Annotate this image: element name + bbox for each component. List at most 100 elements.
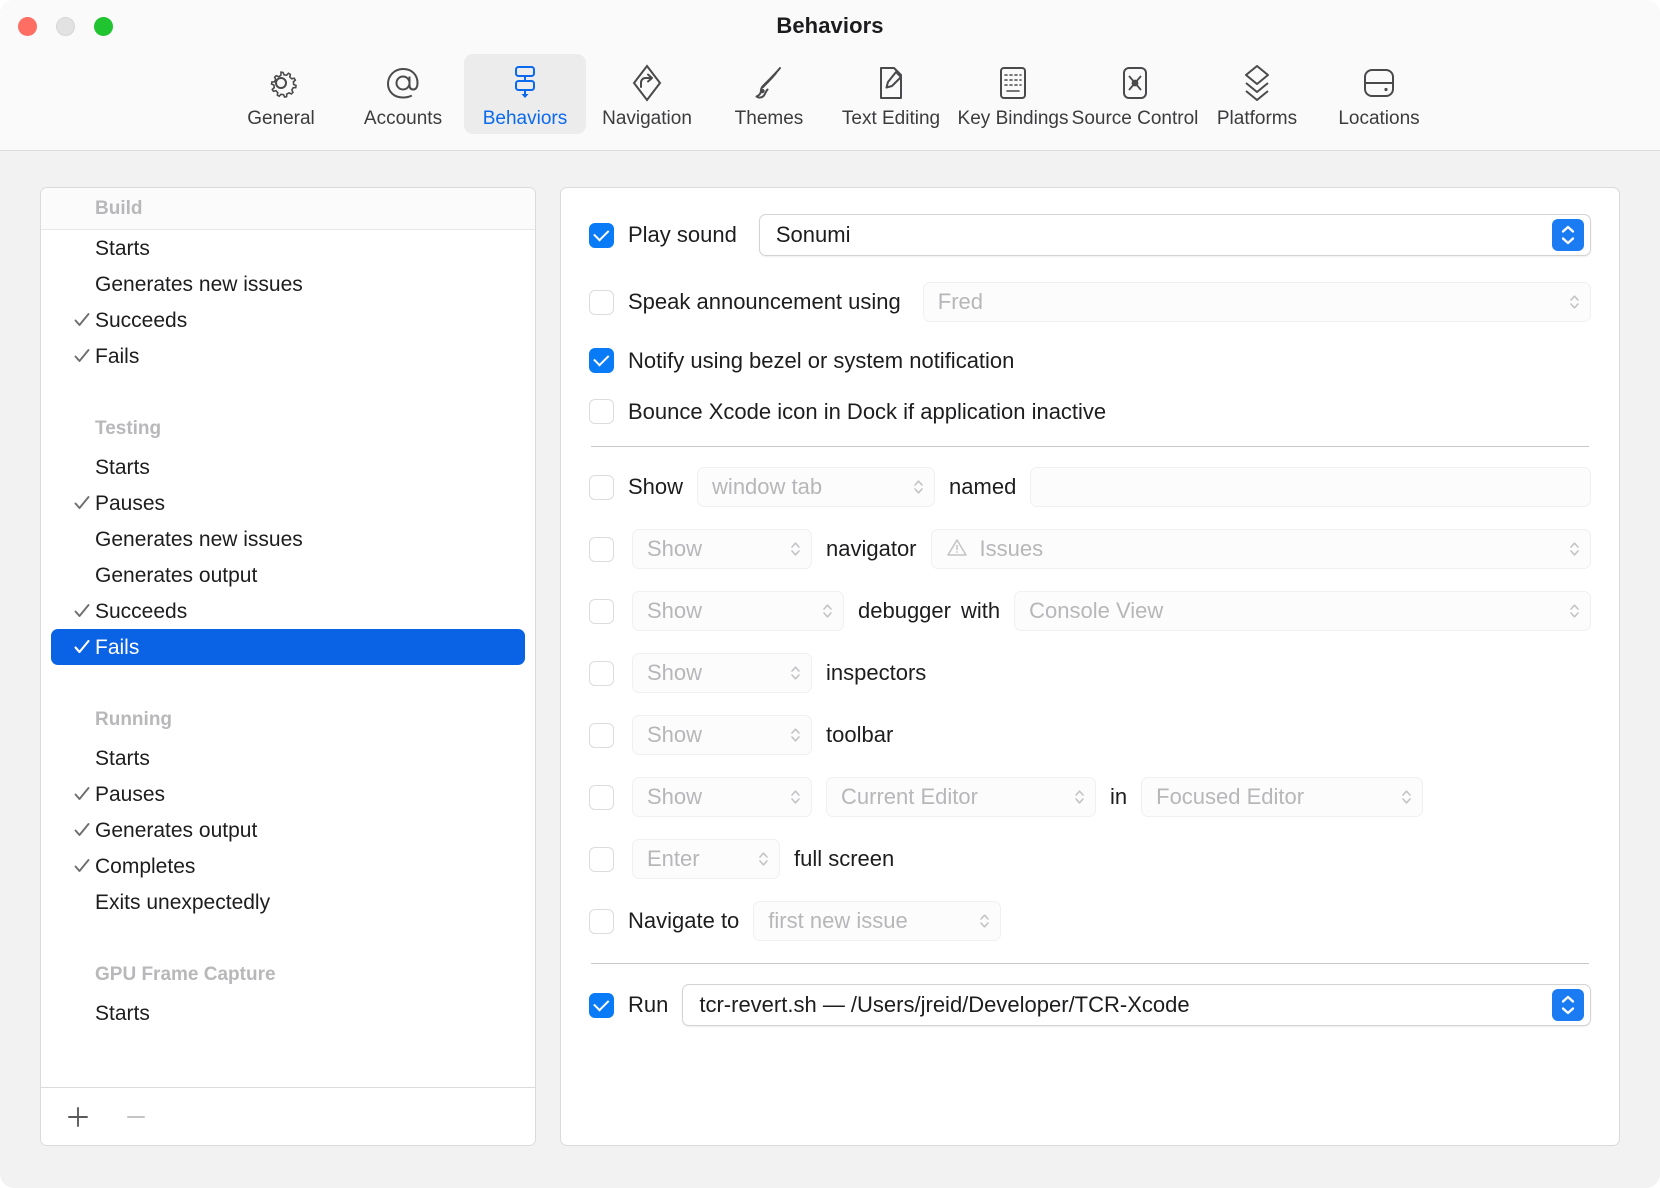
show-debugger-checkbox[interactable] xyxy=(589,598,614,624)
run-script-checkbox[interactable] xyxy=(589,992,614,1018)
navigator-target-popup[interactable]: Issues xyxy=(930,529,1591,569)
tab-text-editing[interactable]: Text Editing xyxy=(830,54,952,134)
behavior-row[interactable]: Completes xyxy=(51,848,525,884)
minimize-window-button[interactable] xyxy=(56,17,75,36)
at-sign-icon xyxy=(383,62,423,104)
behavior-row[interactable]: Generates output xyxy=(51,812,525,848)
behavior-row[interactable]: Pauses xyxy=(51,485,525,521)
show-tab-name-input[interactable] xyxy=(1030,467,1591,507)
tab-key-bindings-label: Key Bindings xyxy=(957,108,1069,129)
show-toolbar-row: Show toolbar xyxy=(589,715,1591,755)
group-header-running: Running xyxy=(41,693,535,740)
behavior-label: Starts xyxy=(95,455,150,479)
behavior-row[interactable]: Starts xyxy=(51,230,525,266)
behavior-row[interactable]: Succeeds xyxy=(51,593,525,629)
editor-focus-popup[interactable]: Focused Editor xyxy=(1141,777,1424,817)
checkmark-icon xyxy=(73,821,91,839)
debugger-action-value: Show xyxy=(647,598,703,623)
show-inspectors-checkbox[interactable] xyxy=(589,660,614,686)
tab-behaviors[interactable]: Behaviors xyxy=(464,54,586,134)
behaviors-list[interactable]: Build Starts Generates new issues Succee… xyxy=(41,188,535,1087)
behavior-label: Starts xyxy=(95,1001,150,1025)
tab-accounts-label: Accounts xyxy=(363,108,443,129)
behavior-row[interactable]: Fails xyxy=(51,338,525,374)
behavior-label: Fails xyxy=(95,344,140,368)
checkmark-icon xyxy=(73,602,91,620)
preferences-toolbar: General Accounts Behaviors Navigation Th… xyxy=(0,52,1660,151)
notify-bezel-checkbox[interactable] xyxy=(589,348,614,373)
show-tab-target-popup[interactable]: window tab xyxy=(697,467,936,507)
behavior-row[interactable]: Generates output xyxy=(51,557,525,593)
behavior-row[interactable]: Exits unexpectedly xyxy=(51,884,525,920)
behavior-row[interactable]: Starts xyxy=(51,995,525,1031)
checkmark-icon xyxy=(73,857,91,875)
run-script-popup[interactable]: tcr-revert.sh — /Users/jreid/Developer/T… xyxy=(682,984,1591,1026)
full-screen-action-popup[interactable]: Enter xyxy=(632,839,780,879)
inspectors-action-popup[interactable]: Show xyxy=(632,653,812,693)
tab-themes[interactable]: Themes xyxy=(708,54,830,134)
preferences-window: Behaviors General Accounts Behaviors Nav… xyxy=(0,0,1660,1188)
show-editor-row: Show Current Editor in Focused Editor xyxy=(589,777,1591,817)
debugger-view-popup[interactable]: Console View xyxy=(1014,591,1591,631)
behavior-row[interactable]: Succeeds xyxy=(51,302,525,338)
behavior-row[interactable]: Starts xyxy=(51,740,525,776)
debugger-action-popup[interactable]: Show xyxy=(632,591,844,631)
play-sound-popup[interactable]: Sonumi xyxy=(758,214,1591,256)
behavior-row[interactable]: Pauses xyxy=(51,776,525,812)
speak-announcement-checkbox[interactable] xyxy=(589,289,614,315)
navigator-action-value: Show xyxy=(647,536,703,561)
navigate-to-checkbox[interactable] xyxy=(589,908,614,934)
show-toolbar-checkbox[interactable] xyxy=(589,722,614,748)
text-edit-icon xyxy=(871,62,911,104)
group-header-gpu-frame-capture: GPU Frame Capture xyxy=(41,948,535,995)
full-screen-checkbox[interactable] xyxy=(589,846,614,872)
tab-themes-label: Themes xyxy=(734,108,804,129)
title-bar: Behaviors xyxy=(0,0,1660,52)
navigate-to-popup[interactable]: first new issue xyxy=(753,901,1002,941)
show-tab-label: Show xyxy=(628,474,684,499)
behavior-row-selected[interactable]: Fails xyxy=(51,629,525,665)
toolbar-action-popup[interactable]: Show xyxy=(632,715,812,755)
chevron-updown-icon[interactable] xyxy=(1552,989,1584,1021)
show-navigator-checkbox[interactable] xyxy=(589,536,614,562)
behavior-row[interactable]: Starts xyxy=(51,449,525,485)
zoom-window-button[interactable] xyxy=(94,17,113,36)
chevron-updown-icon xyxy=(1566,601,1582,621)
show-tab-checkbox[interactable] xyxy=(589,474,614,500)
tab-source-control[interactable]: Source Control xyxy=(1072,54,1198,134)
chevron-updown-icon xyxy=(755,849,771,869)
show-editor-checkbox[interactable] xyxy=(589,784,614,810)
speak-voice-popup[interactable]: Fred xyxy=(922,282,1591,322)
paintbrush-icon xyxy=(749,62,789,104)
behavior-row[interactable]: Generates new issues xyxy=(51,266,525,302)
chevron-updown-icon xyxy=(787,787,803,807)
play-sound-checkbox[interactable] xyxy=(589,222,614,248)
navigate-to-row: Navigate to first new issue xyxy=(589,901,1591,941)
navigator-target-value: Issues xyxy=(979,536,1044,561)
editor-target-popup[interactable]: Current Editor xyxy=(826,777,1096,817)
inspectors-label: inspectors xyxy=(826,660,927,685)
tab-accounts[interactable]: Accounts xyxy=(342,54,464,134)
divider-bottom xyxy=(591,963,1589,964)
bounce-dock-checkbox[interactable] xyxy=(589,399,614,424)
checkmark-icon xyxy=(73,494,91,512)
tab-general[interactable]: General xyxy=(220,54,342,134)
tab-key-bindings[interactable]: Key Bindings xyxy=(952,54,1074,134)
behavior-row[interactable]: Generates new issues xyxy=(51,521,525,557)
editor-action-popup[interactable]: Show xyxy=(632,777,812,817)
editor-in-label: in xyxy=(1110,784,1128,809)
full-screen-label: full screen xyxy=(794,846,895,871)
tab-navigation[interactable]: Navigation xyxy=(586,54,708,134)
behavior-label: Pauses xyxy=(95,782,166,806)
remove-behavior-button[interactable] xyxy=(121,1102,151,1132)
navigator-action-popup[interactable]: Show xyxy=(632,529,812,569)
run-script-row: Run tcr-revert.sh — /Users/jreid/Develop… xyxy=(589,984,1591,1026)
tab-platforms[interactable]: Platforms xyxy=(1196,54,1318,134)
add-behavior-button[interactable] xyxy=(63,1102,93,1132)
notify-bezel-row: Notify using bezel or system notificatio… xyxy=(589,348,1591,373)
checkmark-icon xyxy=(73,638,91,656)
close-window-button[interactable] xyxy=(18,17,37,36)
chevron-updown-icon[interactable] xyxy=(1552,219,1584,251)
tab-locations[interactable]: Locations xyxy=(1318,54,1440,134)
